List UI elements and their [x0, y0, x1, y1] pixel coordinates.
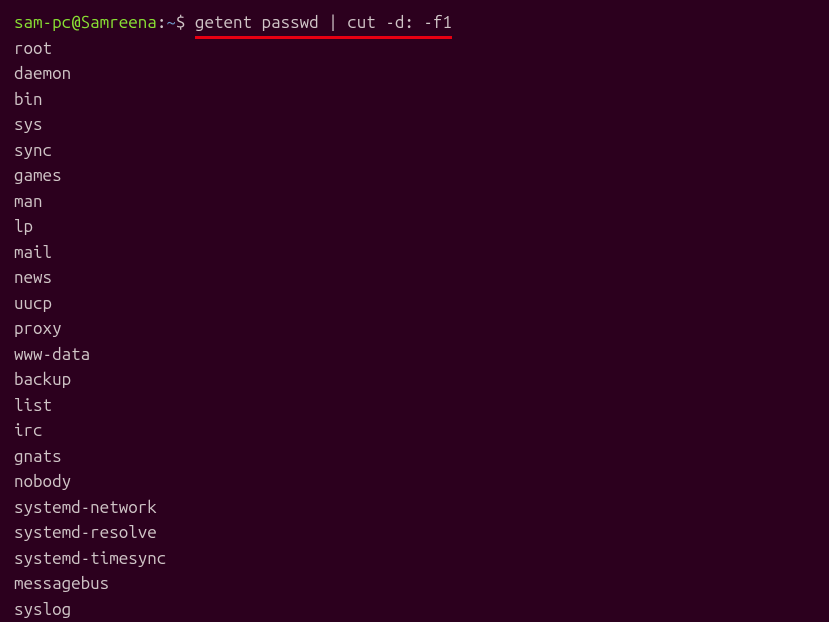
terminal-window[interactable]: sam-pc@Samreena:~$ getent passwd | cut -…: [14, 10, 815, 622]
command-text: getent passwd | cut -d: -f1: [195, 13, 452, 32]
output-line: irc: [14, 418, 815, 444]
output-line: systemd-resolve: [14, 520, 815, 546]
output-line: news: [14, 265, 815, 291]
output-line: root: [14, 36, 815, 62]
output-line: sys: [14, 112, 815, 138]
separator-colon: :: [157, 13, 167, 32]
output-line: www-data: [14, 342, 815, 368]
output-line: sync: [14, 138, 815, 164]
output-line: games: [14, 163, 815, 189]
terminal-output: rootdaemonbinsyssyncgamesmanlpmailnewsuu…: [14, 36, 815, 622]
output-line: mail: [14, 240, 815, 266]
user-host-label: sam-pc@Samreena: [14, 13, 157, 32]
output-line: proxy: [14, 316, 815, 342]
path-label: ~: [166, 13, 176, 32]
output-line: nobody: [14, 469, 815, 495]
output-line: systemd-timesync: [14, 546, 815, 572]
underline-annotation: [195, 36, 452, 39]
output-line: daemon: [14, 61, 815, 87]
output-line: uucp: [14, 291, 815, 317]
output-line: backup: [14, 367, 815, 393]
output-line: bin: [14, 87, 815, 113]
output-line: man: [14, 189, 815, 215]
output-line: gnats: [14, 444, 815, 470]
output-line: systemd-network: [14, 495, 815, 521]
output-line: lp: [14, 214, 815, 240]
dollar-label: $: [176, 13, 195, 32]
output-line: list: [14, 393, 815, 419]
command-wrap: getent passwd | cut -d: -f1: [195, 10, 452, 36]
output-line: messagebus: [14, 571, 815, 597]
output-line: syslog: [14, 597, 815, 622]
prompt-line: sam-pc@Samreena:~$ getent passwd | cut -…: [14, 10, 452, 36]
